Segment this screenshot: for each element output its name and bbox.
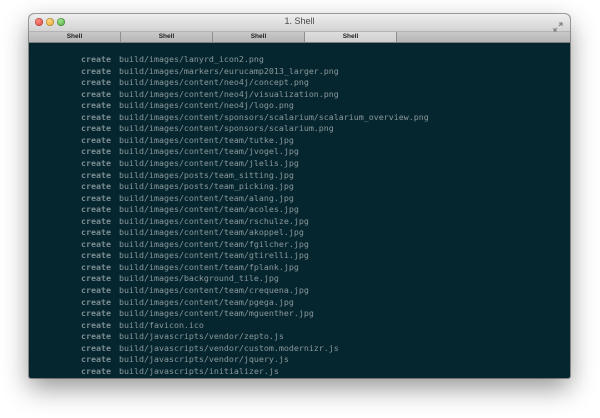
line-status: create <box>81 365 111 376</box>
terminal-line: create build/images/content/team/jlelis.j… <box>29 158 570 170</box>
terminal-line: create build/images/content/team/akoppel.… <box>29 227 570 239</box>
line-status: create <box>81 123 111 134</box>
line-path: build/images/content/team/acoles.jpg <box>119 204 299 215</box>
terminal-line: create build/images/content/sponsors/scal… <box>29 123 570 135</box>
line-status: create <box>81 354 111 365</box>
line-status: create <box>81 215 111 226</box>
line-path: build/images/content/team/alang.jpg <box>119 192 294 203</box>
line-status: create <box>81 308 111 319</box>
terminal-line: create build/images/content/neo4j/concept… <box>29 77 570 89</box>
line-status: create <box>81 285 111 295</box>
terminal-line: create build/images/background_tile.jpg <box>29 273 570 285</box>
terminal-line: create build/images/posts/team_sitting.jp… <box>29 170 570 182</box>
line-path: build/images/content/team/crequena.jpg <box>119 285 309 295</box>
line-status: create <box>81 77 111 88</box>
line-path: build/images/content/sponsors/scalarium.… <box>119 123 334 134</box>
tab-bar-filler <box>397 32 570 42</box>
terminal-window: 1. Shell Shell Shell Shell Shell create b… <box>29 14 570 378</box>
line-path: build/images/content/team/fplank.jpg <box>119 261 299 272</box>
terminal-line: create build/images/lanyrd_icon2.png <box>29 54 570 66</box>
line-path: build/images/content/team/fgilcher.jpg <box>119 238 309 249</box>
terminal-line: create build/images/content/team/pgega.jp… <box>29 297 570 309</box>
line-status: create <box>81 296 111 307</box>
line-status: create <box>81 146 111 157</box>
line-path: build/images/content/sponsors/scalarium/… <box>119 111 429 122</box>
line-status: create <box>81 342 111 353</box>
line-path: build/images/content/neo4j/concept.png <box>119 77 309 88</box>
line-path: build/javascripts/vendor/jquery.js <box>119 354 289 365</box>
line-path: build/images/content/team/mguenther.jpg <box>119 308 314 319</box>
terminal-line: create build/images/content/team/tutke.jp… <box>29 135 570 147</box>
line-path: build/favicon.ico <box>119 319 204 330</box>
line-path: build/javascripts/vendor/custom.moderniz… <box>119 342 339 353</box>
terminal-line: create build/images/content/team/crequena… <box>29 285 570 297</box>
window-title: 1. Shell <box>284 16 315 26</box>
title-bar[interactable]: 1. Shell <box>29 14 570 32</box>
terminal-line: create build/images/content/team/acoles.j… <box>29 204 570 216</box>
line-status: create <box>81 100 111 111</box>
fullscreen-icon[interactable] <box>553 17 563 32</box>
line-path: build/images/content/team/pgega.jpg <box>119 296 294 307</box>
terminal-line: create build/images/content/team/fgilcher… <box>29 239 570 251</box>
line-status: create <box>81 238 111 249</box>
line-path: build/javascripts/initializer.js <box>119 365 279 376</box>
terminal-line: create build/favicon.ico <box>29 320 570 332</box>
line-status: create <box>81 169 111 180</box>
tab-shell-2[interactable]: Shell <box>121 32 213 42</box>
tab-bar: Shell Shell Shell Shell <box>29 32 570 43</box>
terminal-line: create build/images/content/team/mguenthe… <box>29 308 570 320</box>
line-status: create <box>81 273 111 284</box>
line-path: build/images/content/team/jvogel.jpg <box>119 146 299 157</box>
terminal-line: create build/images/content/team/alang.jp… <box>29 193 570 205</box>
terminal-line: create build/javascripts/vendor/custom.mo… <box>29 343 570 355</box>
line-path: build/images/posts/team_picking.jpg <box>119 181 294 192</box>
line-status: create <box>81 250 111 261</box>
line-path: build/images/content/team/jlelis.jpg <box>119 157 299 168</box>
line-status: create <box>81 134 111 145</box>
terminal-line: create build/images/content/neo4j/logo.pn… <box>29 100 570 112</box>
terminal-line: create build/images/content/team/rschulze… <box>29 216 570 228</box>
line-path: build/images/content/neo4j/logo.png <box>119 100 294 111</box>
line-status: create <box>81 54 111 64</box>
terminal-line: create build/images/content/neo4j/visuali… <box>29 89 570 101</box>
line-status: create <box>81 192 111 203</box>
line-status: create <box>81 157 111 168</box>
line-path: build/images/background_tile.jpg <box>119 273 279 284</box>
line-status: create <box>81 65 111 76</box>
line-status: create <box>81 204 111 215</box>
terminal-line: create build/images/markers/eurucamp2013_… <box>29 66 570 78</box>
line-status: create <box>81 227 111 238</box>
line-status: create <box>81 261 111 272</box>
tab-shell-4-active[interactable]: Shell <box>305 32 397 42</box>
terminal-line: create build/images/content/sponsors/scal… <box>29 112 570 124</box>
terminal-line: create build/javascripts/vendor/jquery.js <box>29 354 570 366</box>
line-path: build/images/markers/eurucamp2013_larger… <box>119 65 339 76</box>
terminal-line: create build/javascripts/initializer.js <box>29 366 570 378</box>
line-path: build/images/content/team/rschulze.jpg <box>119 215 309 226</box>
line-path: build/images/content/team/gtirelli.jpg <box>119 250 309 261</box>
line-status: create <box>81 88 111 99</box>
terminal-line: create build/javascripts/vendor/zepto.js <box>29 331 570 343</box>
line-status: create <box>81 331 111 342</box>
line-path: build/images/posts/team_sitting.jpg <box>119 169 294 180</box>
line-path: build/javascripts/vendor/zepto.js <box>119 331 284 342</box>
line-path: build/images/content/team/akoppel.jpg <box>119 227 304 238</box>
terminal-line: create build/images/content/team/gtirelli… <box>29 250 570 262</box>
terminal-line: create build/images/content/team/jvogel.j… <box>29 146 570 158</box>
terminal-line: create build/images/content/team/fplank.j… <box>29 262 570 274</box>
line-status: create <box>81 111 111 122</box>
line-path: build/images/content/team/tutke.jpg <box>119 134 294 145</box>
tab-shell-3[interactable]: Shell <box>213 32 305 42</box>
line-status: create <box>81 319 111 330</box>
line-path: build/images/content/neo4j/visualization… <box>119 88 339 99</box>
terminal-output[interactable]: create build/images/lanyrd_icon2.png creat… <box>29 43 570 378</box>
tab-shell-1[interactable]: Shell <box>29 32 121 42</box>
line-path: build/images/lanyrd_icon2.png <box>119 54 264 64</box>
line-status: create <box>81 181 111 192</box>
terminal-line: create build/images/posts/team_picking.jp… <box>29 181 570 193</box>
